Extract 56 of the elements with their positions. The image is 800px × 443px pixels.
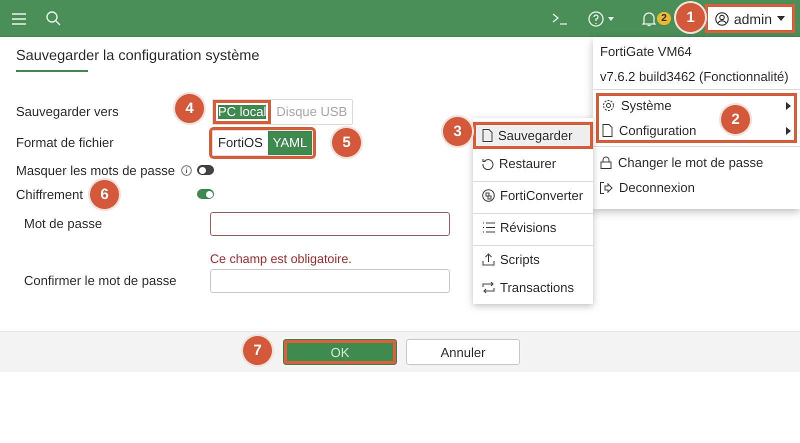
submenu-arrow-icon [786,102,791,110]
page-title: Sauvegarder la configuration système [16,48,260,64]
submenu-item[interactable]: Révisions [473,213,593,241]
converter-icon [482,189,495,202]
cancel-button[interactable]: Annuler [406,339,520,365]
user-icon [714,12,729,26]
field-label: Format de fichier [16,135,114,150]
bell-icon[interactable] [642,10,656,26]
info-icon[interactable] [180,164,192,176]
field-label: Mot de passe [23,216,104,233]
upload-icon [482,253,495,266]
password-field[interactable] [210,269,450,293]
gear-icon [602,99,615,112]
submenu-item[interactable]: FortiConverter [473,181,593,209]
step-number-badge: 6 [90,180,119,209]
help-icon[interactable] [588,10,616,26]
toggle-switch[interactable] [197,165,214,175]
step-number-badge: 5 [332,128,361,157]
step-number-badge: 7 [243,336,272,365]
field-label: Chiffrement [16,186,83,202]
field-label: Sauvegarder vers [16,104,119,119]
terminal-icon[interactable] [552,12,568,24]
lock-icon [600,156,612,169]
caret-icon [777,16,785,21]
toggle-switch[interactable] [197,189,214,199]
submenu-item[interactable]: Scripts [473,245,593,273]
device-name: FortiGate VM64 [599,43,693,61]
logout-icon [600,182,613,194]
field-label: Masquer les mots de passe [16,162,175,178]
submenu-item[interactable]: Sauvegarder [473,121,593,149]
version-text: v7.6.2 build3462 (Fonctionnalité) [599,68,790,86]
step-number-badge: 1 [676,3,705,32]
step-number-badge: 2 [721,105,750,134]
password-field[interactable] [210,212,450,236]
menu-item[interactable]: Deconnexion [596,175,699,200]
step-number-badge: 4 [175,94,204,123]
search-icon[interactable] [46,11,61,26]
submenu-item[interactable]: Transactions [473,273,593,301]
menu-item[interactable]: Configuration [598,118,700,143]
notification-badge: 2 [657,12,671,25]
restore-icon [482,158,494,170]
error-message: Ce champ est obligatoire. [210,252,353,266]
step-number-badge: 3 [443,117,472,146]
segment-option[interactable]: YAML [268,130,312,154]
menu-icon[interactable] [12,12,26,24]
segment-option[interactable]: PC local [213,100,272,124]
file-icon [482,129,493,142]
menu-item[interactable]: Changer le mot de passe [596,150,768,175]
file-icon [602,124,613,137]
field-label: Confirmer le mot de passe [23,273,178,290]
menu-item[interactable]: Système [598,93,676,118]
user-menu-button[interactable]: admin [704,4,795,33]
list-icon [482,222,495,233]
submenu-item[interactable]: Restaurer [473,149,593,177]
submenu-arrow-icon [786,126,791,134]
swap-icon [482,282,495,293]
